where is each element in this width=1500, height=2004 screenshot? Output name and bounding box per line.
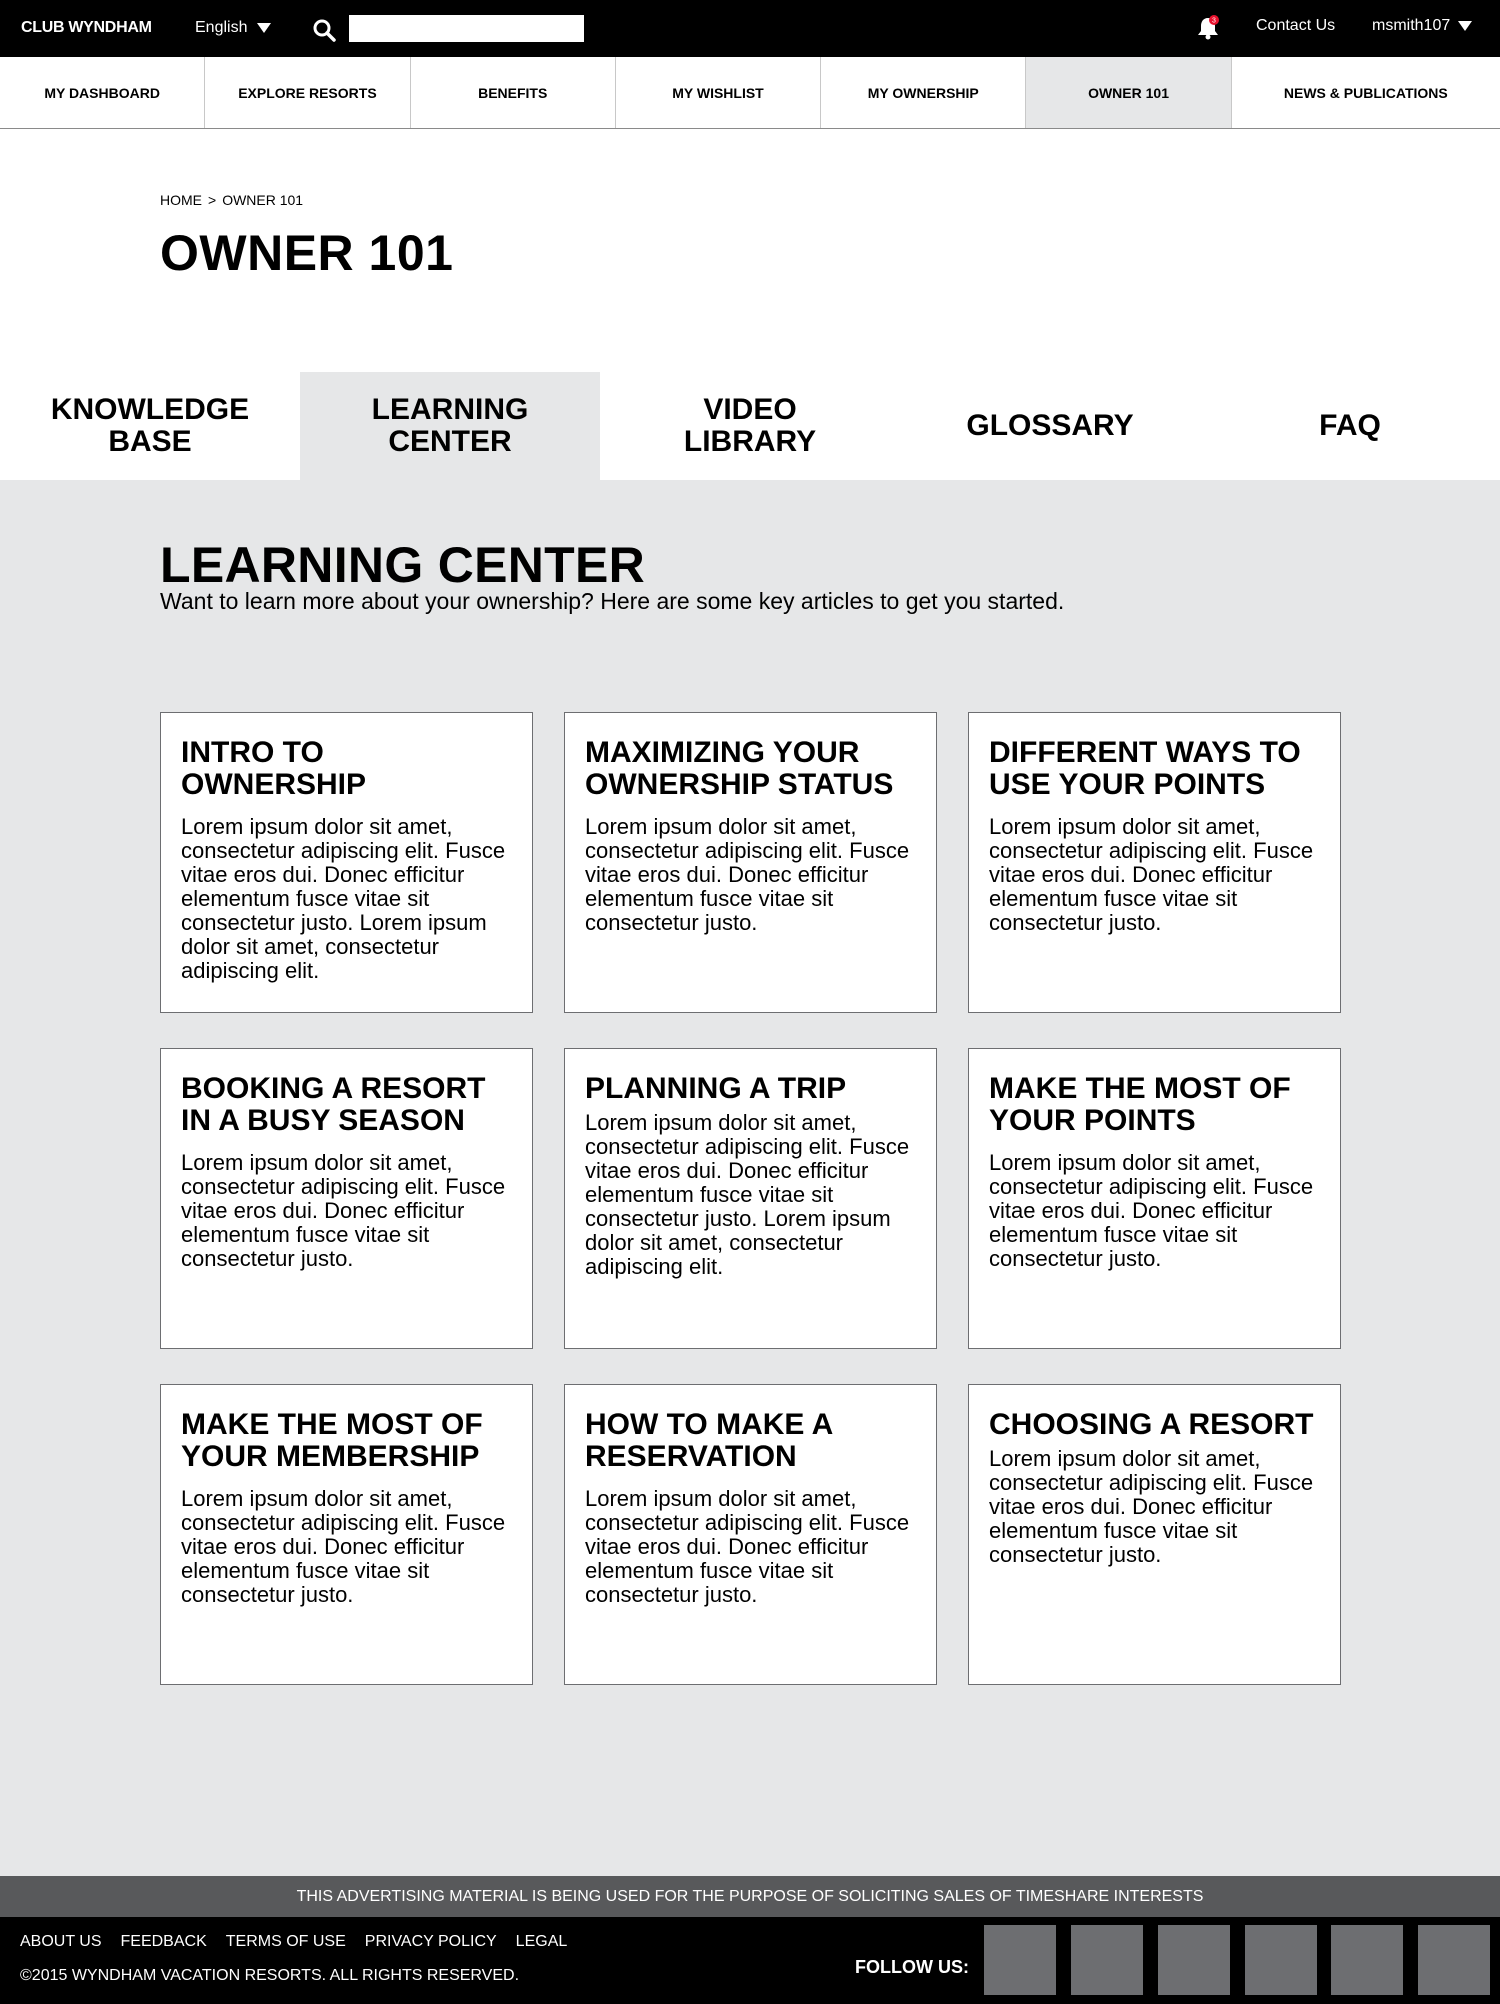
article-title: MAKE THE MOST OF YOUR MEMBERSHIP xyxy=(181,1408,483,1473)
nav-item-benefits[interactable]: BENEFITS xyxy=(411,57,616,128)
footer-link-legal[interactable]: LEGAL xyxy=(516,1933,568,1951)
section-tabs: KNOWLEDGE BASE LEARNING CENTER VIDEO LIB… xyxy=(0,372,1500,480)
tab-knowledge-base[interactable]: KNOWLEDGE BASE xyxy=(0,372,300,480)
nav-item-explore-resorts[interactable]: EXPLORE RESORTS xyxy=(205,57,411,128)
article-title: PLANNING A TRIP xyxy=(585,1072,847,1105)
article-card[interactable]: INTRO TO OWNERSHIP Lorem ipsum dolor sit… xyxy=(160,712,533,1013)
article-summary: Lorem ipsum dolor sit amet, consectetur … xyxy=(989,814,1314,935)
language-label: English xyxy=(195,19,248,36)
social-icon[interactable] xyxy=(1071,1925,1143,1995)
footer-links: ABOUT US FEEDBACK TERMS OF USE PRIVACY P… xyxy=(20,1933,567,1951)
user-menu[interactable]: msmith107 xyxy=(1372,17,1473,35)
article-title: DIFFERENT WAYS TO USE YOUR POINTS xyxy=(989,736,1301,801)
article-card[interactable]: BOOKING A RESORT IN A BUSY SEASON Lorem … xyxy=(160,1048,533,1349)
article-summary: Lorem ipsum dolor sit amet, consectetur … xyxy=(989,1150,1314,1271)
article-summary: Lorem ipsum dolor sit amet, consectetur … xyxy=(181,814,506,983)
username: msmith107 xyxy=(1372,17,1451,34)
article-summary: Lorem ipsum dolor sit amet, consectetur … xyxy=(585,814,910,935)
social-icon[interactable] xyxy=(1418,1925,1490,1995)
follow-us-label: FOLLOW US: xyxy=(855,1957,969,1977)
article-summary: Lorem ipsum dolor sit amet, consectetur … xyxy=(181,1150,506,1271)
article-title: MAKE THE MOST OF YOUR POINTS xyxy=(989,1072,1291,1137)
footer-link-about-us[interactable]: ABOUT US xyxy=(20,1933,102,1951)
tab-glossary[interactable]: GLOSSARY xyxy=(900,372,1200,480)
advertising-notice: THIS ADVERTISING MATERIAL IS BEING USED … xyxy=(0,1876,1500,1917)
chevron-down-icon xyxy=(257,23,272,33)
article-card[interactable]: DIFFERENT WAYS TO USE YOUR POINTS Lorem … xyxy=(968,712,1341,1013)
tab-video-library[interactable]: VIDEO LIBRARY xyxy=(600,372,900,480)
chevron-down-icon xyxy=(1458,21,1473,31)
nav-item-owner-101[interactable]: OWNER 101 xyxy=(1026,57,1232,128)
main-navigation: MY DASHBOARD EXPLORE RESORTS BENEFITS MY… xyxy=(0,57,1500,129)
footer-link-feedback[interactable]: FEEDBACK xyxy=(121,1933,207,1951)
footer-link-terms-of-use[interactable]: TERMS OF USE xyxy=(226,1933,346,1951)
article-card[interactable]: HOW TO MAKE A RESERVATION Lorem ipsum do… xyxy=(564,1384,937,1685)
tab-faq[interactable]: FAQ xyxy=(1200,372,1500,480)
article-title: MAXIMIZING YOUR OWNERSHIP STATUS xyxy=(585,736,894,801)
search-input[interactable] xyxy=(349,15,584,42)
breadcrumb-home[interactable]: HOME xyxy=(160,192,202,208)
article-title: BOOKING A RESORT IN A BUSY SEASON xyxy=(181,1072,486,1137)
nav-item-my-ownership[interactable]: MY OWNERSHIP xyxy=(821,57,1027,128)
breadcrumb-separator: > xyxy=(208,192,217,208)
article-card[interactable]: PLANNING A TRIP Lorem ipsum dolor sit am… xyxy=(564,1048,937,1349)
notification-bell-icon[interactable]: 3 xyxy=(1196,15,1220,41)
social-icon[interactable] xyxy=(1331,1925,1403,1995)
footer-link-privacy-policy[interactable]: PRIVACY POLICY xyxy=(365,1933,497,1951)
brand-logo[interactable]: CLUB WYNDHAM xyxy=(21,19,152,37)
language-selector[interactable]: English xyxy=(195,19,272,37)
breadcrumb-current: OWNER 101 xyxy=(222,192,304,208)
article-summary: Lorem ipsum dolor sit amet, consectetur … xyxy=(585,1110,910,1279)
learning-center-content: LEARNING CENTER Want to learn more about… xyxy=(0,480,1500,1876)
tab-learning-center[interactable]: LEARNING CENTER xyxy=(300,372,600,480)
article-title: INTRO TO OWNERSHIP xyxy=(181,736,367,801)
footer: ABOUT US FEEDBACK TERMS OF USE PRIVACY P… xyxy=(0,1917,1500,2004)
article-title: CHOOSING A RESORT xyxy=(989,1408,1314,1441)
article-summary: Lorem ipsum dolor sit amet, consectetur … xyxy=(181,1486,506,1607)
breadcrumb: HOME > OWNER 101 xyxy=(160,192,303,208)
nav-item-news-publications[interactable]: NEWS & PUBLICATIONS xyxy=(1232,57,1500,128)
article-title: HOW TO MAKE A RESERVATION xyxy=(585,1408,833,1473)
article-summary: Lorem ipsum dolor sit amet, consectetur … xyxy=(989,1446,1314,1567)
copyright: ©2015 WYNDHAM VACATION RESORTS. ALL RIGH… xyxy=(20,1967,520,1984)
nav-item-my-dashboard[interactable]: MY DASHBOARD xyxy=(0,57,206,128)
social-icon[interactable] xyxy=(984,1925,1056,1995)
article-summary: Lorem ipsum dolor sit amet, consectetur … xyxy=(585,1486,910,1607)
contact-us-link[interactable]: Contact Us xyxy=(1256,17,1335,35)
search-icon[interactable] xyxy=(312,18,336,42)
section-title: LEARNING CENTER xyxy=(160,537,646,593)
article-card[interactable]: CHOOSING A RESORT Lorem ipsum dolor sit … xyxy=(968,1384,1341,1685)
notification-count: 3 xyxy=(1212,18,1216,25)
social-icon[interactable] xyxy=(1158,1925,1230,1995)
article-card[interactable]: MAXIMIZING YOUR OWNERSHIP STATUS Lorem i… xyxy=(564,712,937,1013)
section-subtitle: Want to learn more about your ownership?… xyxy=(160,588,1065,614)
nav-item-my-wishlist[interactable]: MY WISHLIST xyxy=(616,57,822,128)
page-title: OWNER 101 xyxy=(160,225,454,281)
article-card[interactable]: MAKE THE MOST OF YOUR MEMBERSHIP Lorem i… xyxy=(160,1384,533,1685)
article-card[interactable]: MAKE THE MOST OF YOUR POINTS Lorem ipsum… xyxy=(968,1048,1341,1349)
top-bar: CLUB WYNDHAM English 3 Contact Us msmith… xyxy=(0,0,1500,57)
social-icon[interactable] xyxy=(1245,1925,1317,1995)
